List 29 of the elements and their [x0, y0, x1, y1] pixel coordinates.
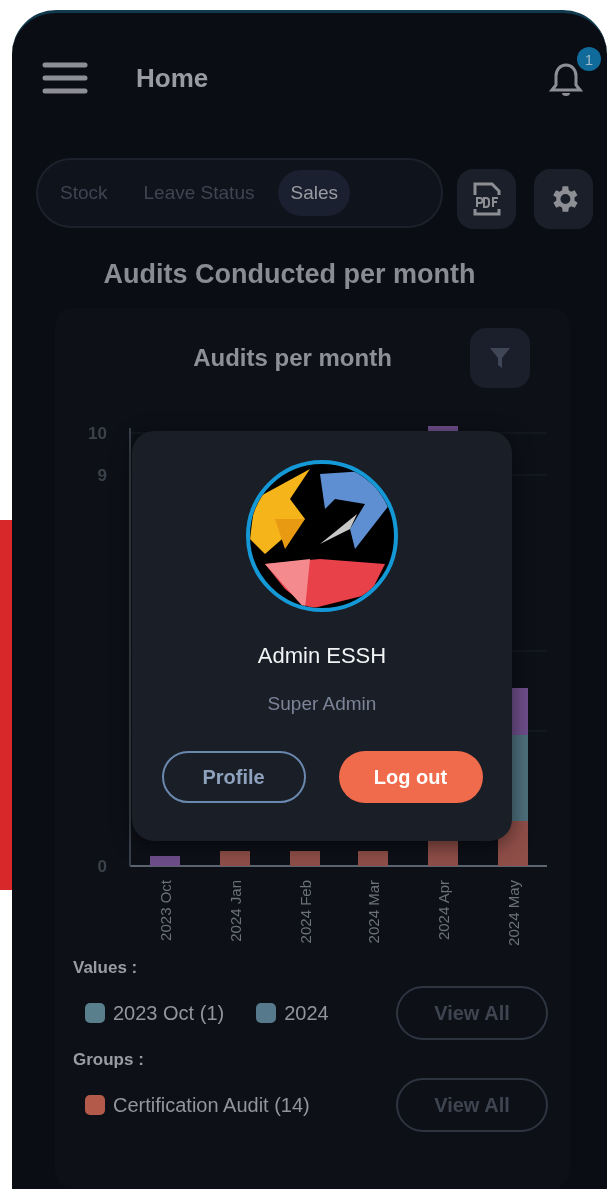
user-role: Super Admin [267, 693, 377, 715]
x-axis-label: 2024 Mar [365, 880, 382, 944]
logout-button[interactable]: Log out [338, 751, 483, 803]
view-all-button[interactable]: View All [396, 1078, 548, 1132]
menu-button[interactable] [42, 62, 88, 94]
tab[interactable]: Sales [278, 170, 350, 216]
user-name: Admin ESSH [257, 643, 387, 669]
filter-icon [489, 346, 511, 370]
menu-icon [42, 62, 88, 94]
profile-button[interactable]: Profile [161, 751, 306, 803]
legend-label: 2024 [284, 1001, 329, 1025]
legend-heading: Values : [73, 958, 138, 978]
x-axis-label: 2024 Apr [435, 880, 452, 941]
legend-heading: Groups : [73, 1050, 144, 1070]
x-axis-label: 2024 Jan [227, 880, 244, 942]
legend-label: Certification Audit (14) [113, 1093, 310, 1117]
x-axis-label: 2024 May [505, 880, 522, 946]
legend-label: 2023 Oct (1) [113, 1001, 225, 1025]
page-header-title: Home [136, 62, 210, 94]
chart-title: Audits per month [192, 344, 393, 372]
x-axis-label: 2024 Feb [297, 880, 314, 944]
bell-icon [549, 61, 583, 98]
section-title: Audits Conducted per month [102, 259, 477, 290]
notification-button[interactable]: 1 [549, 47, 601, 101]
x-axis-label: 2023 Oct [157, 880, 174, 941]
notification-badge: 1 [577, 47, 601, 71]
view-all-button[interactable]: View All [396, 986, 548, 1040]
pdf-export-button[interactable] [457, 169, 517, 229]
settings-button[interactable] [534, 169, 593, 229]
